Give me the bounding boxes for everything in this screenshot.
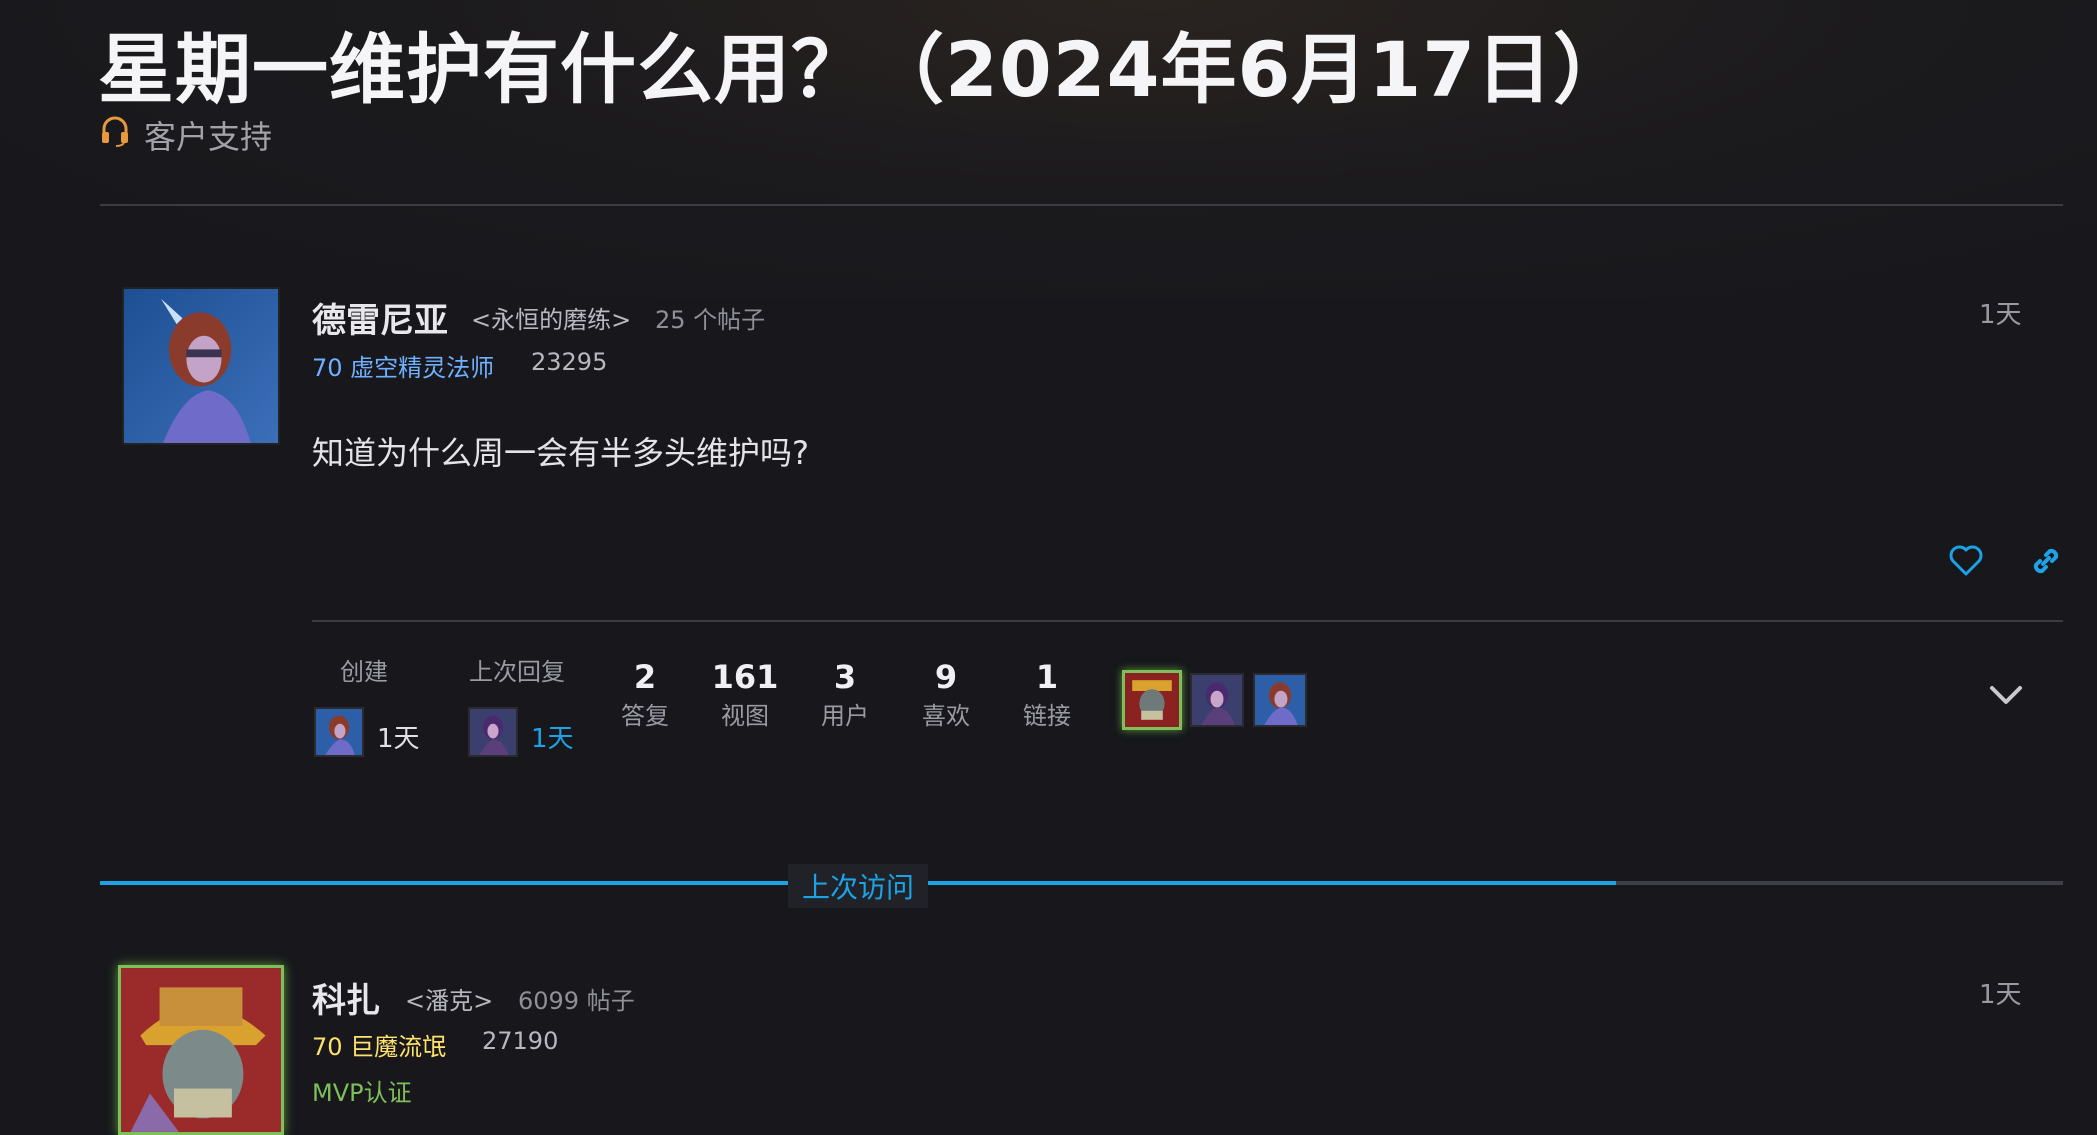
class-level: 70 巨魔流氓 — [312, 1033, 447, 1061]
reply-count: 2 — [633, 658, 657, 696]
last-reply-time[interactable]: 1天 — [531, 718, 574, 755]
header-divider — [100, 204, 2063, 206]
user-count: 3 — [833, 658, 857, 696]
avatar[interactable] — [118, 965, 284, 1135]
headset-icon — [100, 115, 130, 155]
view-count: 161 — [711, 658, 779, 696]
author-name[interactable]: 科扎 — [312, 973, 380, 1022]
link-icon[interactable] — [2028, 543, 2064, 579]
link-label: 链接 — [1023, 702, 1071, 730]
last-visit-label: 上次访问 — [788, 864, 929, 908]
topic-map-divider — [312, 620, 2063, 622]
link-count: 1 — [1035, 658, 1059, 696]
mvp-badge: MVP认证 — [312, 1079, 412, 1107]
category-link[interactable]: 客户支持 — [100, 112, 272, 158]
category-label: 客户支持 — [144, 118, 273, 156]
avatar[interactable] — [314, 707, 364, 757]
chevron-down-icon[interactable] — [1986, 674, 2026, 714]
author-name[interactable]: 德雷尼亚 — [312, 293, 448, 342]
avatar[interactable] — [122, 287, 280, 445]
post-count: 25 个帖子 — [655, 306, 766, 334]
heart-icon[interactable] — [1948, 543, 1984, 579]
guild-name: <永恒的磨练> — [471, 306, 632, 334]
avatar[interactable] — [1190, 673, 1244, 727]
post-time[interactable]: 1天 — [1979, 294, 2022, 331]
post-time[interactable]: 1天 — [1979, 974, 2022, 1011]
avatar[interactable] — [1122, 670, 1182, 730]
post-body: 知道为什么周一会有半多头维护吗? — [312, 434, 809, 472]
avatar[interactable] — [468, 707, 518, 757]
created-label: 创建 — [340, 658, 388, 686]
like-count: 9 — [934, 658, 958, 696]
page-title: 星期一维护有什么用？（2024年6月17日） — [98, 25, 1631, 114]
last-reply-label: 上次回复 — [469, 658, 565, 686]
avatar[interactable] — [1253, 673, 1307, 727]
achievement-points: 23295 — [531, 348, 608, 376]
reply-label: 答复 — [621, 702, 669, 730]
view-label: 视图 — [721, 702, 769, 730]
post-count: 6099 帖子 — [518, 987, 635, 1015]
user-label: 用户 — [821, 702, 869, 730]
like-label: 喜欢 — [922, 702, 970, 730]
class-level: 70 虚空精灵法师 — [312, 354, 495, 382]
guild-name: <潘克> — [405, 987, 494, 1015]
achievement-points: 27190 — [482, 1027, 559, 1055]
created-time[interactable]: 1天 — [377, 718, 420, 755]
